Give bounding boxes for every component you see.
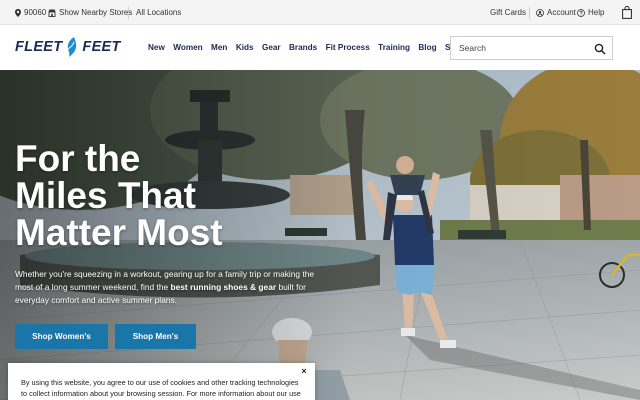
help-icon — [577, 8, 585, 17]
nav-gear[interactable]: Gear — [262, 43, 281, 52]
nav-blog[interactable]: Blog — [418, 43, 436, 52]
shopping-bag-icon — [622, 6, 632, 19]
shop-womens-button[interactable]: Shop Women's — [15, 324, 108, 349]
shop-womens-label: Shop Women's — [32, 332, 91, 341]
account-label: Account — [547, 8, 576, 17]
store-icon — [48, 9, 56, 17]
logo-text-feet: FEET — [82, 39, 121, 55]
logo-text-fleet: FLEET — [15, 39, 63, 55]
map-pin-icon — [15, 8, 21, 17]
help-label: Help — [588, 8, 605, 17]
all-locations-label: All Locations — [136, 8, 182, 17]
hero-title-line: Miles That — [15, 175, 196, 216]
main-header: FLEET FEET New Women Men Kids Gear Brand… — [0, 25, 640, 70]
utility-divider — [128, 7, 129, 19]
nearby-stores-label: Show Nearby Stores — [59, 8, 133, 17]
hero-copy-highlight[interactable]: best running shoes & gear — [170, 282, 276, 292]
gift-cards-link[interactable]: Gift Cards — [490, 0, 526, 25]
cookie-banner: × By using this website, you agree to ou… — [8, 363, 315, 400]
help-link[interactable]: Help — [577, 0, 604, 25]
search-icon[interactable] — [594, 42, 606, 55]
zip-location[interactable]: 90060 — [15, 0, 46, 25]
all-locations-link[interactable]: All Locations — [136, 0, 181, 25]
wing-logo-icon — [65, 37, 79, 57]
fleet-feet-logo[interactable]: FLEET FEET — [15, 37, 121, 57]
shop-mens-label: Shop Men's — [132, 332, 179, 341]
hero-title: For the Miles That Matter Most — [15, 140, 305, 251]
utility-divider — [529, 7, 530, 19]
hero-title-line: For the — [15, 138, 141, 179]
main-nav: New Women Men Kids Gear Brands Fit Proce… — [148, 25, 470, 70]
cart-button[interactable] — [622, 0, 632, 25]
shop-mens-button[interactable]: Shop Men's — [115, 324, 196, 349]
cookie-notice-text: By using this website, you agree to our … — [21, 378, 301, 398]
user-icon — [536, 8, 544, 17]
hero-banner: For the Miles That Matter Most Whether y… — [0, 70, 640, 400]
close-icon[interactable]: × — [299, 366, 309, 376]
gift-cards-label: Gift Cards — [490, 8, 527, 17]
account-link[interactable]: Account — [536, 0, 576, 25]
hero-title-line: Matter Most — [15, 212, 223, 253]
show-nearby-stores-link[interactable]: Show Nearby Stores — [48, 0, 132, 25]
nav-women[interactable]: Women — [173, 43, 202, 52]
hero-description: Whether you're squeezing in a workout, g… — [15, 268, 333, 307]
zip-code: 90060 — [24, 8, 47, 17]
nav-training[interactable]: Training — [378, 43, 410, 52]
search-box — [450, 36, 613, 60]
nav-new[interactable]: New — [148, 43, 165, 52]
nav-brands[interactable]: Brands — [289, 43, 317, 52]
utility-bar: 90060 Show Nearby Stores All Locations G… — [0, 0, 640, 25]
nav-kids[interactable]: Kids — [236, 43, 254, 52]
nav-fit-process[interactable]: Fit Process — [326, 43, 370, 52]
search-input[interactable] — [451, 37, 591, 59]
nav-men[interactable]: Men — [211, 43, 227, 52]
